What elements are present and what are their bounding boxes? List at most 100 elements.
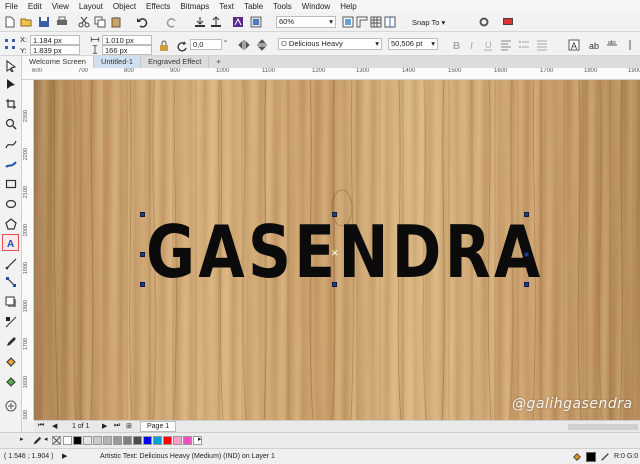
bold-icon[interactable]: B [450, 39, 462, 51]
color-swatch[interactable] [183, 436, 192, 445]
smart-fill-tool-icon[interactable] [5, 376, 17, 388]
previous-page-icon[interactable]: ◀ [52, 422, 57, 430]
add-tool-icon[interactable] [5, 400, 17, 412]
selection-handle-bottom-left[interactable] [140, 282, 145, 287]
selection-handle-bottom-right[interactable] [524, 282, 529, 287]
status-play-icon[interactable]: ▶ [62, 452, 67, 460]
color-swatch[interactable] [133, 436, 142, 445]
lock-ratio-icon[interactable] [158, 40, 170, 52]
color-swatch[interactable] [103, 436, 112, 445]
color-swatch[interactable] [63, 436, 72, 445]
shape-tool-icon[interactable] [5, 78, 17, 90]
palette-scroll-left-icon[interactable]: ▸ [20, 435, 24, 443]
menu-effects[interactable]: Effects [141, 2, 175, 11]
vertical-text-icon[interactable] [624, 39, 636, 51]
height-field[interactable]: 166 px [102, 45, 152, 55]
show-rulers-icon[interactable] [356, 16, 368, 28]
font-size-select[interactable]: 50,506 pt ▾ [388, 38, 438, 50]
width-field[interactable]: 1.010 px [102, 35, 152, 45]
x-position-field[interactable]: 1.184 px [30, 35, 80, 45]
next-page-icon[interactable]: ▶ [102, 422, 107, 430]
palette-scroll-right-icon[interactable]: ▸ [198, 435, 202, 443]
print-icon[interactable] [56, 16, 68, 28]
pick-tool-icon[interactable] [5, 60, 17, 72]
mirror-horizontal-icon[interactable] [238, 39, 250, 51]
tab-untitled-1[interactable]: Untitled-1 [93, 56, 142, 68]
tab-welcome-screen[interactable]: Welcome Screen [22, 56, 94, 68]
palette-menu-icon[interactable]: ◂ [44, 435, 48, 443]
corel-app-launcher-icon[interactable] [232, 16, 244, 28]
welcome-screen-icon[interactable] [250, 16, 262, 28]
tab-engraved-effect[interactable]: Engraved Effect [141, 56, 210, 68]
color-swatch[interactable] [73, 436, 82, 445]
save-icon[interactable] [38, 16, 50, 28]
color-eyedropper-tool-icon[interactable] [5, 336, 17, 348]
drop-shadow-tool-icon[interactable] [5, 296, 17, 308]
drop-cap-icon[interactable] [536, 39, 548, 51]
menu-view[interactable]: View [47, 2, 74, 11]
drawing-canvas[interactable]: GASENDRA ✕ @galihgasendra [34, 80, 640, 420]
transparency-tool-icon[interactable] [5, 316, 17, 328]
color-swatch[interactable] [163, 436, 172, 445]
first-page-icon[interactable]: ⏮ [38, 422, 44, 430]
color-swatch[interactable] [173, 436, 182, 445]
color-swatch[interactable] [153, 436, 162, 445]
y-position-field[interactable]: 1.839 px [30, 45, 80, 55]
mirror-vertical-icon[interactable] [256, 39, 268, 51]
zoom-tool-icon[interactable] [5, 118, 17, 130]
menu-object[interactable]: Object [108, 2, 141, 11]
last-page-icon[interactable]: ⏭ [114, 422, 120, 430]
new-document-icon[interactable] [4, 16, 16, 28]
horizontal-scrollbar[interactable] [568, 424, 638, 430]
underline-icon[interactable]: U [482, 39, 494, 51]
bullet-list-icon[interactable] [518, 39, 530, 51]
menu-table[interactable]: Table [239, 2, 268, 11]
selection-handle-top-left[interactable] [140, 212, 145, 217]
copy-icon[interactable] [94, 16, 106, 28]
text-tool-button[interactable]: A [2, 234, 19, 251]
eyedropper-icon[interactable] [32, 436, 42, 446]
menu-bitmaps[interactable]: Bitmaps [175, 2, 214, 11]
no-color-swatch[interactable] [52, 436, 61, 445]
object-origin-icon[interactable] [4, 38, 16, 50]
page-tab-1[interactable]: Page 1 [140, 421, 177, 432]
export-icon[interactable] [210, 16, 222, 28]
menu-layout[interactable]: Layout [74, 2, 108, 11]
ellipse-tool-icon[interactable] [5, 198, 17, 210]
color-swatch[interactable] [113, 436, 122, 445]
crop-tool-icon[interactable] [5, 98, 17, 110]
cut-icon[interactable] [78, 16, 90, 28]
artistic-media-tool-icon[interactable] [5, 158, 17, 170]
color-swatch[interactable] [83, 436, 92, 445]
interactive-fill-tool-icon[interactable] [5, 356, 17, 368]
vertical-ruler[interactable]: 2300 2200 2100 2000 1900 1800 1700 1600 … [22, 80, 34, 420]
horizontal-text-icon[interactable]: abc [606, 39, 618, 51]
fill-bucket-icon[interactable] [572, 452, 582, 462]
artistic-text-gasendra[interactable]: GASENDRA [146, 210, 544, 294]
full-screen-preview-icon[interactable] [342, 16, 354, 28]
show-grid-icon[interactable] [370, 16, 382, 28]
undo-icon[interactable] [136, 16, 148, 28]
add-tab-button[interactable]: + [209, 56, 227, 68]
polygon-tool-icon[interactable] [5, 218, 17, 230]
fill-color-indicator[interactable] [586, 452, 596, 462]
horizontal-ruler[interactable]: 600 700 800 900 1000 1100 1200 1300 1400… [22, 68, 640, 80]
freehand-tool-icon[interactable] [5, 138, 17, 150]
show-guidelines-icon[interactable] [384, 16, 396, 28]
menu-file[interactable]: File [0, 2, 23, 11]
text-properties-icon[interactable]: A [568, 39, 580, 51]
paste-icon[interactable] [110, 16, 122, 28]
connector-tool-icon[interactable] [5, 276, 17, 288]
open-folder-icon[interactable] [20, 16, 32, 28]
center-marker-icon[interactable]: ✕ [331, 248, 339, 259]
selection-handle-top-center[interactable] [332, 212, 337, 217]
color-swatch[interactable] [143, 436, 152, 445]
menu-edit[interactable]: Edit [23, 2, 47, 11]
italic-icon[interactable]: I [466, 39, 478, 51]
snap-to-button[interactable]: Snap To ▾ [412, 18, 445, 27]
menu-tools[interactable]: Tools [268, 2, 297, 11]
rotation-field[interactable]: 0,0 [190, 39, 222, 50]
text-align-icon[interactable] [500, 39, 512, 51]
rectangle-tool-icon[interactable] [5, 178, 17, 190]
selection-handle-middle-left[interactable] [140, 252, 145, 257]
